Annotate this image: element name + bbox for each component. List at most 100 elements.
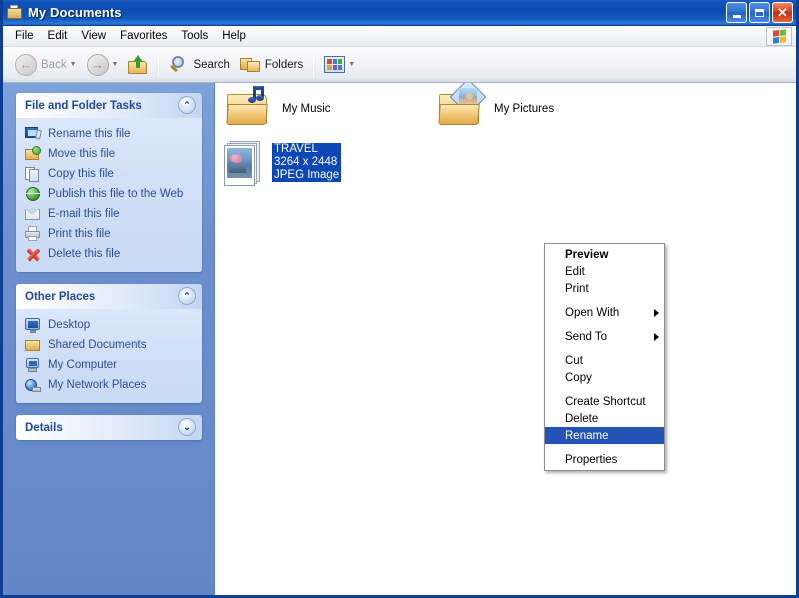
up-button[interactable] bbox=[123, 51, 153, 79]
menu-edit[interactable]: Edit bbox=[41, 28, 75, 44]
back-label: Back bbox=[41, 58, 67, 71]
search-button[interactable]: Search bbox=[164, 51, 234, 79]
task-label: Print this file bbox=[48, 228, 111, 240]
place-label: Shared Documents bbox=[48, 339, 147, 351]
place-label: My Computer bbox=[48, 359, 118, 371]
views-button[interactable]: ▼ bbox=[319, 51, 360, 79]
minimize-button[interactable] bbox=[726, 2, 747, 23]
context-menu-item-label: Send To bbox=[565, 330, 607, 343]
context-menu-item-open-with[interactable]: Open With bbox=[545, 304, 664, 321]
menu-help[interactable]: Help bbox=[215, 28, 253, 44]
context-menu-item-label: Open With bbox=[565, 306, 620, 319]
context-menu-item-delete[interactable]: Delete bbox=[545, 410, 664, 427]
jpeg-image-icon bbox=[223, 141, 263, 187]
task-copy-this-file[interactable]: Copy this file bbox=[21, 164, 197, 184]
menu-view[interactable]: View bbox=[74, 28, 113, 44]
publish-web-icon bbox=[25, 186, 41, 202]
place-desktop[interactable]: Desktop bbox=[21, 315, 197, 335]
close-button[interactable]: ✕ bbox=[772, 2, 793, 23]
views-dropdown-icon[interactable]: ▼ bbox=[348, 61, 355, 68]
network-places-icon bbox=[25, 377, 41, 393]
back-arrow-icon: ← bbox=[15, 53, 37, 76]
menu-file[interactable]: File bbox=[8, 28, 41, 44]
task-label: Move this file bbox=[48, 148, 116, 160]
my-documents-folder-icon bbox=[7, 5, 23, 20]
task-rename-this-file[interactable]: Rename this file bbox=[21, 124, 197, 144]
maximize-icon bbox=[755, 8, 764, 17]
file-item-my-music[interactable]: My Music bbox=[225, 86, 331, 128]
file-item-kind: JPEG Image bbox=[272, 169, 342, 182]
task-email-this-file[interactable]: E-mail this file bbox=[21, 204, 197, 224]
panel-header[interactable]: Details ⌄ bbox=[16, 415, 202, 440]
my-computer-icon bbox=[25, 357, 41, 373]
magnifier-icon bbox=[169, 55, 189, 74]
panel-body: Rename this file Move this file Copy thi… bbox=[16, 118, 202, 272]
task-print-this-file[interactable]: Print this file bbox=[21, 224, 197, 244]
folders-icon bbox=[239, 56, 261, 74]
toolbar: ← Back ▼ → ▼ Search Folders ▼ bbox=[3, 47, 796, 83]
panel-header[interactable]: Other Places ⌃ bbox=[16, 284, 202, 309]
back-button[interactable]: ← Back ▼ bbox=[10, 51, 82, 79]
submenu-arrow-icon bbox=[654, 333, 659, 341]
panel-details: Details ⌄ bbox=[16, 415, 202, 440]
context-menu[interactable]: Preview Edit Print Open With Send To Cut… bbox=[544, 243, 665, 471]
file-item-name: TRAVEL bbox=[272, 143, 342, 156]
chevron-down-icon[interactable]: ⌄ bbox=[178, 418, 196, 436]
task-move-this-file[interactable]: Move this file bbox=[21, 144, 197, 164]
context-menu-item-edit[interactable]: Edit bbox=[545, 263, 664, 280]
forward-arrow-icon: → bbox=[86, 53, 109, 76]
file-item-travel[interactable]: TRAVEL 3264 x 2448 JPEG Image bbox=[219, 141, 342, 187]
context-menu-item-properties[interactable]: Properties bbox=[545, 451, 664, 468]
forward-button[interactable]: → ▼ bbox=[82, 51, 124, 79]
up-folder-icon bbox=[128, 54, 148, 74]
search-label: Search bbox=[193, 58, 230, 71]
place-my-computer[interactable]: My Computer bbox=[21, 355, 197, 375]
task-label: Rename this file bbox=[48, 128, 131, 140]
menu-tools[interactable]: Tools bbox=[174, 28, 215, 44]
place-my-network-places[interactable]: My Network Places bbox=[21, 375, 197, 395]
folders-button[interactable]: Folders bbox=[235, 51, 308, 79]
copy-icon bbox=[25, 166, 41, 182]
window-title: My Documents bbox=[28, 5, 122, 20]
window-controls: ✕ bbox=[726, 2, 793, 23]
folders-label: Folders bbox=[264, 58, 304, 71]
maximize-button[interactable] bbox=[749, 2, 770, 23]
context-menu-separator bbox=[547, 300, 662, 301]
task-delete-this-file[interactable]: Delete this file bbox=[21, 244, 197, 264]
task-publish-this-file-to-the-web[interactable]: Publish this file to the Web bbox=[21, 184, 197, 204]
chevron-up-icon[interactable]: ⌃ bbox=[178, 96, 196, 114]
task-label: Copy this file bbox=[48, 168, 114, 180]
context-menu-item-send-to[interactable]: Send To bbox=[545, 328, 664, 345]
task-pane: File and Folder Tasks ⌃ Rename this file… bbox=[3, 83, 215, 595]
context-menu-item-rename[interactable]: Rename bbox=[545, 427, 664, 444]
context-menu-item-preview[interactable]: Preview bbox=[545, 246, 664, 263]
chevron-up-icon[interactable]: ⌃ bbox=[178, 287, 196, 305]
place-shared-documents[interactable]: Shared Documents bbox=[21, 335, 197, 355]
file-list-pane[interactable]: My Music My Pictures TRAVEL 3264 x 2448 … bbox=[215, 83, 796, 595]
context-menu-separator bbox=[547, 389, 662, 390]
file-item-label: My Pictures bbox=[494, 103, 555, 115]
context-menu-separator bbox=[547, 348, 662, 349]
submenu-arrow-icon bbox=[654, 309, 659, 317]
toolbar-separator bbox=[158, 53, 160, 76]
back-dropdown-icon[interactable]: ▼ bbox=[70, 61, 77, 68]
file-item-my-pictures[interactable]: My Pictures bbox=[437, 83, 555, 128]
context-menu-item-cut[interactable]: Cut bbox=[545, 352, 664, 369]
task-label: Delete this file bbox=[48, 248, 121, 260]
menu-favorites[interactable]: Favorites bbox=[113, 28, 174, 44]
print-icon bbox=[25, 226, 41, 242]
close-icon: ✕ bbox=[777, 5, 788, 20]
my-music-folder-icon bbox=[225, 86, 273, 128]
context-menu-item-copy[interactable]: Copy bbox=[545, 369, 664, 386]
panel-header[interactable]: File and Folder Tasks ⌃ bbox=[16, 93, 202, 118]
email-icon bbox=[25, 206, 41, 222]
windows-flag-icon[interactable] bbox=[766, 27, 792, 46]
context-menu-item-print[interactable]: Print bbox=[545, 280, 664, 297]
context-menu-item-create-shortcut[interactable]: Create Shortcut bbox=[545, 393, 664, 410]
forward-dropdown-icon[interactable]: ▼ bbox=[112, 61, 119, 68]
task-label: Publish this file to the Web bbox=[48, 188, 184, 200]
panel-title: File and Folder Tasks bbox=[25, 99, 142, 112]
place-label: My Network Places bbox=[48, 379, 147, 391]
minimize-icon bbox=[732, 14, 741, 18]
rename-icon bbox=[25, 126, 42, 142]
